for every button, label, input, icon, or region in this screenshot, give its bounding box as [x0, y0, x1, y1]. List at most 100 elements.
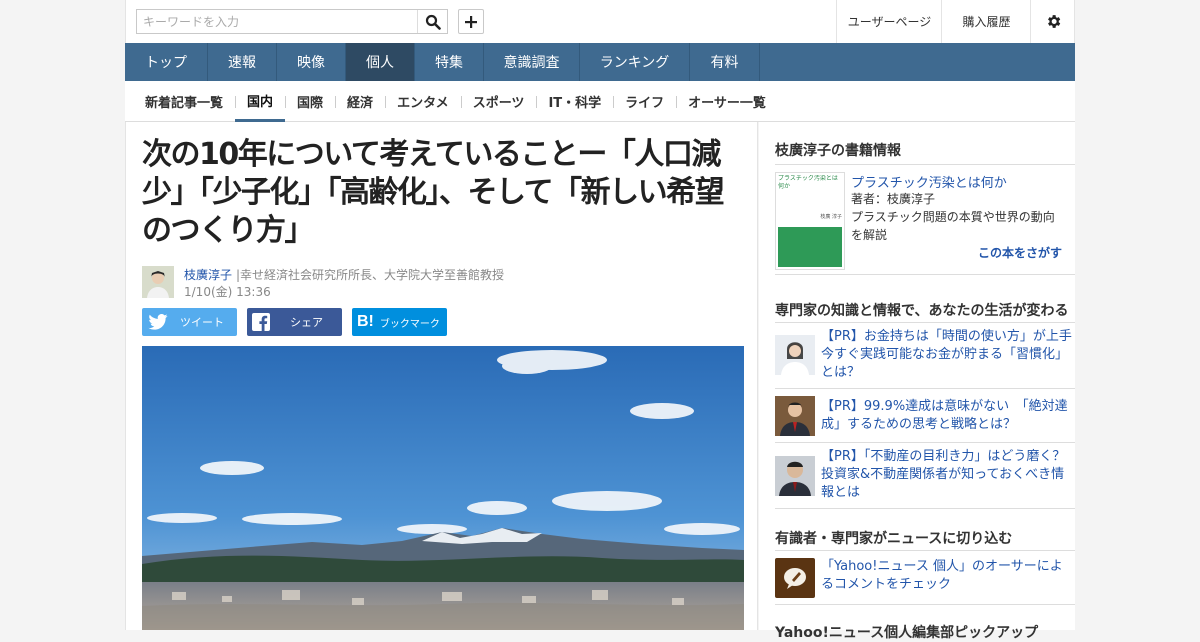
facebook-share-button[interactable]: シェア	[247, 308, 342, 336]
author-portrait-image	[142, 266, 174, 298]
category-it-science[interactable]: IT・科学	[536, 81, 613, 122]
category-domestic[interactable]: 国内	[235, 81, 286, 122]
nav-item-survey[interactable]: 意識調査	[484, 43, 580, 81]
user-page-link[interactable]: ユーザーページ	[836, 0, 942, 43]
twitter-bird-icon	[148, 314, 168, 330]
article-hero-image	[142, 346, 744, 630]
gear-icon	[1047, 15, 1060, 28]
category-label: 経済	[347, 96, 374, 111]
pr-item-link[interactable]: 【PR】お金持ちは「時間の使い方」が上手 今すぐ実践可能なお金が貯まる「習慣化」…	[821, 328, 1085, 382]
purchase-history-link[interactable]: 購入履歴	[941, 0, 1031, 43]
nav-item-label: 速報	[228, 55, 256, 71]
tweet-button[interactable]: ツイート	[142, 308, 237, 336]
category-authors[interactable]: オーサー一覧	[676, 81, 778, 122]
search-icon	[425, 14, 441, 30]
nav-item-label: 個人	[366, 55, 394, 71]
divider	[775, 550, 1075, 551]
sidebar: 枝廣淳子の書籍情報 プラスチック汚染とは何か 枝廣 淳子 プラスチック汚染とは何…	[759, 122, 1085, 641]
divider	[775, 442, 1075, 443]
category-life[interactable]: ライフ	[613, 81, 676, 122]
nav-item-label: 意識調査	[503, 55, 560, 71]
article-main: 次の10年について考えていることー「人口減少」「少子化」「高齢化」、そして「新し…	[125, 122, 758, 630]
book-cover-band	[778, 227, 842, 267]
user-page-label: ユーザーページ	[847, 15, 932, 29]
category-label: 国内	[247, 94, 274, 110]
book-title-link[interactable]: プラスチック汚染とは何か	[851, 172, 1007, 191]
article-title: 次の10年について考えていることー「人口減少」「少子化」「高齢化」、そして「新し…	[142, 137, 725, 248]
search-box	[136, 9, 448, 34]
pr-person-photo	[775, 335, 815, 375]
nav-item-breaking[interactable]: 速報	[208, 43, 277, 81]
hatena-bookmark-button[interactable]: B! ブックマーク	[352, 308, 447, 336]
divider	[775, 388, 1075, 389]
book-description: プラスチック問題の本質や世界の動向を解説	[851, 210, 1055, 242]
category-nav: 新着記事一覧 国内 国際 経済 エンタメ スポーツ IT・科学 ライフ オーサー…	[125, 81, 1075, 122]
divider	[775, 604, 1075, 605]
divider	[775, 164, 1075, 165]
category-label: ライフ	[625, 96, 665, 111]
hatena-b-icon: B!	[357, 313, 374, 330]
top-bar: ユーザーページ 購入履歴	[125, 0, 1075, 43]
category-label: 新着記事一覧	[145, 96, 224, 111]
category-label: IT・科学	[548, 96, 602, 111]
search-input[interactable]	[137, 10, 417, 33]
find-book-link[interactable]: この本をさがす	[978, 244, 1062, 261]
settings-button[interactable]	[1030, 0, 1075, 43]
category-label: スポーツ	[472, 96, 525, 111]
book-cover-title: プラスチック汚染とは何か	[778, 175, 838, 190]
comments-link[interactable]: 「Yahoo!ニュース 個人」のオーサーによるコメントをチェック	[821, 558, 1073, 594]
category-world[interactable]: 国際	[285, 81, 335, 122]
author-name-link[interactable]: 枝廣淳子	[184, 266, 232, 283]
bookmark-label: ブックマーク	[379, 318, 440, 330]
pr-thumbnail[interactable]	[775, 456, 815, 496]
nav-item-features[interactable]: 特集	[415, 43, 484, 81]
nav-item-video[interactable]: 映像	[277, 43, 346, 81]
article-date: 1/10(金) 13:36	[184, 285, 271, 299]
comments-heading: 有識者・専門家がニュースに切り込む	[775, 531, 1013, 547]
share-label: シェア	[290, 316, 323, 329]
nav-item-ranking[interactable]: ランキング	[580, 43, 690, 81]
pr-person-photo	[775, 396, 815, 436]
divider	[775, 274, 1075, 275]
facebook-icon	[252, 313, 270, 331]
nav-item-personal[interactable]: 個人	[346, 43, 415, 81]
pr-person-photo	[775, 456, 815, 496]
pr-thumbnail[interactable]	[775, 335, 815, 375]
category-new-articles[interactable]: 新着記事一覧	[133, 81, 235, 122]
book-author: 著者：枝廣淳子	[851, 192, 936, 206]
divider	[775, 508, 1075, 509]
category-sports[interactable]: スポーツ	[460, 81, 537, 122]
nav-item-label: 映像	[297, 55, 325, 71]
main-nav: トップ 速報 映像 個人 特集 意識調査 ランキング 有料	[125, 43, 1075, 81]
nav-item-label: 有料	[710, 55, 739, 71]
category-entertainment[interactable]: エンタメ	[385, 81, 461, 122]
divider	[775, 322, 1075, 323]
books-heading: 枝廣淳子の書籍情報	[775, 143, 901, 159]
author-avatar[interactable]	[142, 266, 174, 298]
landscape-photo	[142, 346, 744, 630]
nav-item-label: トップ	[145, 55, 187, 71]
tweet-label: ツイート	[180, 316, 224, 329]
category-economy[interactable]: 経済	[335, 81, 385, 122]
nav-item-label: 特集	[435, 55, 463, 71]
pr-thumbnail[interactable]	[775, 396, 815, 436]
pr-item-link[interactable]: 【PR】99.9%達成は意味がない 「絶対達成」するための思考と戦略とは？	[821, 398, 1075, 434]
speech-bubble-pen-icon	[784, 568, 806, 589]
book-cover[interactable]: プラスチック汚染とは何か 枝廣 淳子	[775, 172, 845, 270]
pr-item-link[interactable]: 【PR】「不動産の目利き力」はどう磨く？ 投資家&不動産関係者が知っておくべき情…	[821, 448, 1078, 502]
nav-item-top[interactable]: トップ	[125, 43, 208, 81]
search-button[interactable]	[417, 10, 447, 33]
book-cover-author: 枝廣 淳子	[820, 214, 842, 220]
category-label: オーサー一覧	[688, 96, 766, 111]
nav-item-paid[interactable]: 有料	[690, 43, 760, 81]
category-label: 国際	[297, 96, 324, 111]
comment-app-icon[interactable]	[775, 558, 815, 598]
category-label: エンタメ	[397, 96, 449, 111]
plus-icon	[465, 15, 477, 28]
author-title: |幸せ経済社会研究所所長、大学院大学至善館教授	[236, 268, 505, 282]
add-button[interactable]	[458, 9, 484, 34]
experts-heading: 専門家の知識と情報で、あなたの生活が変わる	[775, 303, 1069, 319]
nav-item-label: ランキング	[599, 55, 670, 71]
editorial-pickup-heading: Yahoo!ニュース個人編集部ピックアップ	[775, 625, 1039, 641]
purchase-history-label: 購入履歴	[962, 15, 1011, 29]
